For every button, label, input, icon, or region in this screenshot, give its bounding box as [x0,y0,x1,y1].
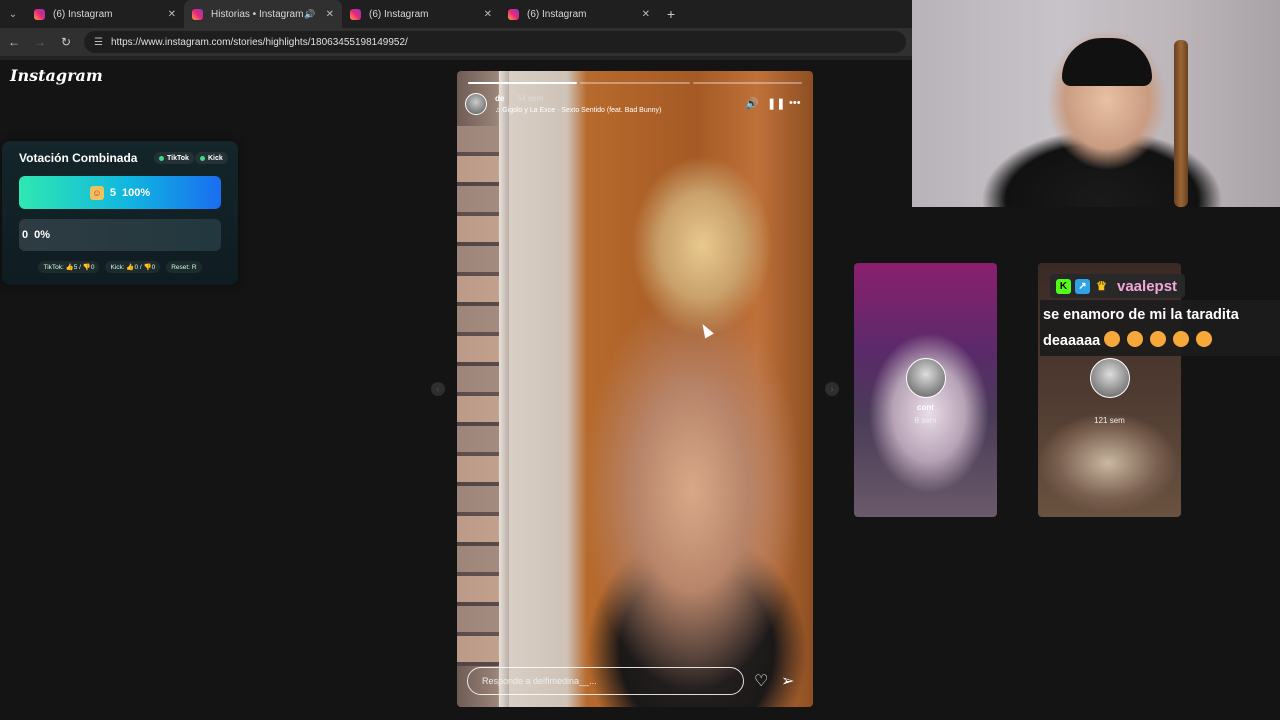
option-1-percent: 100% [121,186,151,199]
browser-tab-4[interactable]: (6) Instagram ✕ [500,0,658,28]
poll-option-1-bar: ☺ 5 100% [19,176,221,209]
instagram-favicon-icon [192,8,203,20]
browser-tab-3[interactable]: (6) Instagram ✕ [342,0,500,28]
story-image-tiles [457,126,499,666]
progress-segment [692,82,802,84]
chat-username: vaalepst [1117,277,1178,295]
live-dot-icon [159,155,164,161]
tab-title: (6) Instagram [527,8,587,20]
option-2-percent: 0% [34,229,51,241]
instagram-favicon-icon [34,8,45,20]
progress-segment [580,82,690,84]
tiktok-source-label: TikTok [167,154,189,162]
story-viewer[interactable]: de 64 sem ♫ Gigolo y La Exce · Sexto Sen… [457,71,813,707]
preview-timestamp: 8 sem [914,416,937,425]
tab-close-icon[interactable]: ✕ [484,9,492,20]
address-bar[interactable]: ☰ https://www.instagram.com/stories/high… [84,31,906,53]
back-arrow-left-icon[interactable]: ← [6,35,22,49]
pause-icon[interactable]: ❚❚ [767,97,785,110]
instagram-favicon-icon [350,8,361,20]
reset-hint: Reset: R [166,261,202,273]
tongue-face-emoji-icon [1196,331,1213,347]
preview-avatar [1089,358,1130,398]
reload-icon[interactable]: ↻ [58,35,74,49]
chat-message-header: K ↗ ♛ vaalepst [1050,274,1186,298]
tab-search-chevron-down-icon[interactable]: ⌄ [0,0,26,28]
poll-footer: TikTok: 👍5 / 👎0 Kick: 👍0 / 👎0 Reset: R [2,261,238,273]
reply-placeholder: Responde a delfimedina__... [482,676,597,686]
previous-story-chevron-left-icon[interactable]: ‹ [431,382,445,396]
kick-source-badge: Kick [195,152,228,164]
tab-title: (6) Instagram [53,8,113,20]
next-story-chevron-right-icon[interactable]: › [825,382,839,396]
tongue-face-emoji-icon [1173,331,1190,347]
streamer-webcam [912,0,1280,207]
browser-tab-bar: ⌄ (6) Instagram ✕ Historias • Instagram … [0,0,912,28]
toolbar-divider [0,56,912,60]
kick-source-label: Kick [208,154,223,162]
story-header: de 64 sem ♫ Gigolo y La Exce · Sexto Sen… [465,93,805,121]
reset-label: Reset: [171,263,190,271]
story-timestamp: 64 sem [517,94,544,103]
poll-title: Votación Combinada [19,151,138,165]
crown-badge-icon: ♛ [1096,279,1107,293]
progress-segment [468,82,578,84]
more-options-icon[interactable]: ••• [789,97,801,109]
share-send-icon[interactable]: ➢ [781,671,794,691]
story-image-mirror [499,71,509,707]
live-dot-icon [200,155,205,161]
subscriber-badge-icon: ↗ [1075,278,1090,294]
story-music-label[interactable]: ♫ Gigolo y La Exce · Sexto Sentido (feat… [495,107,661,114]
site-settings-tune-icon[interactable]: ☰ [94,37,103,48]
santa-emoji-icon: ☺ [89,185,104,200]
tiktok-vote-tally: TikTok: 👍5 / 👎0 [38,261,100,273]
option-1-count: 5 [109,186,116,199]
next-story-preview[interactable]: cont 8 sem [854,263,997,517]
story-author-username[interactable]: de [495,94,504,103]
kick-badge-icon: K [1056,278,1071,294]
browser-tab-1[interactable]: (6) Instagram ✕ [26,0,184,28]
tab-close-icon[interactable]: ✕ [642,9,650,20]
reset-key: R [191,263,197,271]
combined-vote-widget: Votación Combinada TikTok Kick ☺ 5 100% … [2,141,238,285]
story-progress-bar [468,82,802,84]
tongue-face-emoji-icon [1150,331,1167,347]
story-reply-input[interactable]: Responde a delfimedina__... [467,667,744,695]
screen: ⌄ (6) Instagram ✕ Historias • Instagram … [0,0,1280,720]
mute-speaker-icon[interactable]: 🔊 [745,97,759,110]
like-heart-icon[interactable]: ♡ [754,671,768,691]
instagram-logo[interactable]: Instagram [10,66,103,85]
instagram-favicon-icon [508,8,519,20]
chat-message-body: se enamoro de mi la taradita deaaaaa [1040,300,1280,356]
poll-option-2-bar: 0 0% [19,219,221,251]
preview-username: cont [917,403,934,412]
kick-vote-tally: Kick: 👍0 / 👎0 [105,261,161,273]
story-author-avatar[interactable] [465,93,487,115]
tab-audio-speaker-icon[interactable]: 🔊 [304,9,315,20]
browser-toolbar: ← → ↻ ☰ https://www.instagram.com/storie… [0,28,912,56]
webcam-person [1062,38,1152,86]
chat-message-overlay: K ↗ ♛ vaalepst se enamoro de mi la tarad… [1040,270,1280,356]
tab-close-icon[interactable]: ✕ [168,9,176,20]
tab-close-icon[interactable]: ✕ [326,9,334,20]
story-song-title: Gigolo y La Exce · Sexto Sentido (feat. … [502,107,662,114]
url-text: https://www.instagram.com/stories/highli… [110,36,408,48]
tab-title: Historias • Instagram [211,8,304,20]
preview-avatar [905,358,946,398]
option-2-count: 0 [22,229,29,241]
browser-tab-2[interactable]: Historias • Instagram 🔊 ✕ [184,0,342,28]
tab-title: (6) Instagram [369,8,429,20]
tongue-face-emoji-icon [1104,331,1121,347]
preview-timestamp: 121 sem [1094,416,1125,425]
webcam-guitar [1174,40,1188,207]
new-tab-plus-icon[interactable]: + [658,6,684,22]
forward-arrow-right-icon[interactable]: → [32,35,48,49]
tongue-face-emoji-icon [1127,331,1144,347]
tiktok-source-badge: TikTok [154,152,194,164]
